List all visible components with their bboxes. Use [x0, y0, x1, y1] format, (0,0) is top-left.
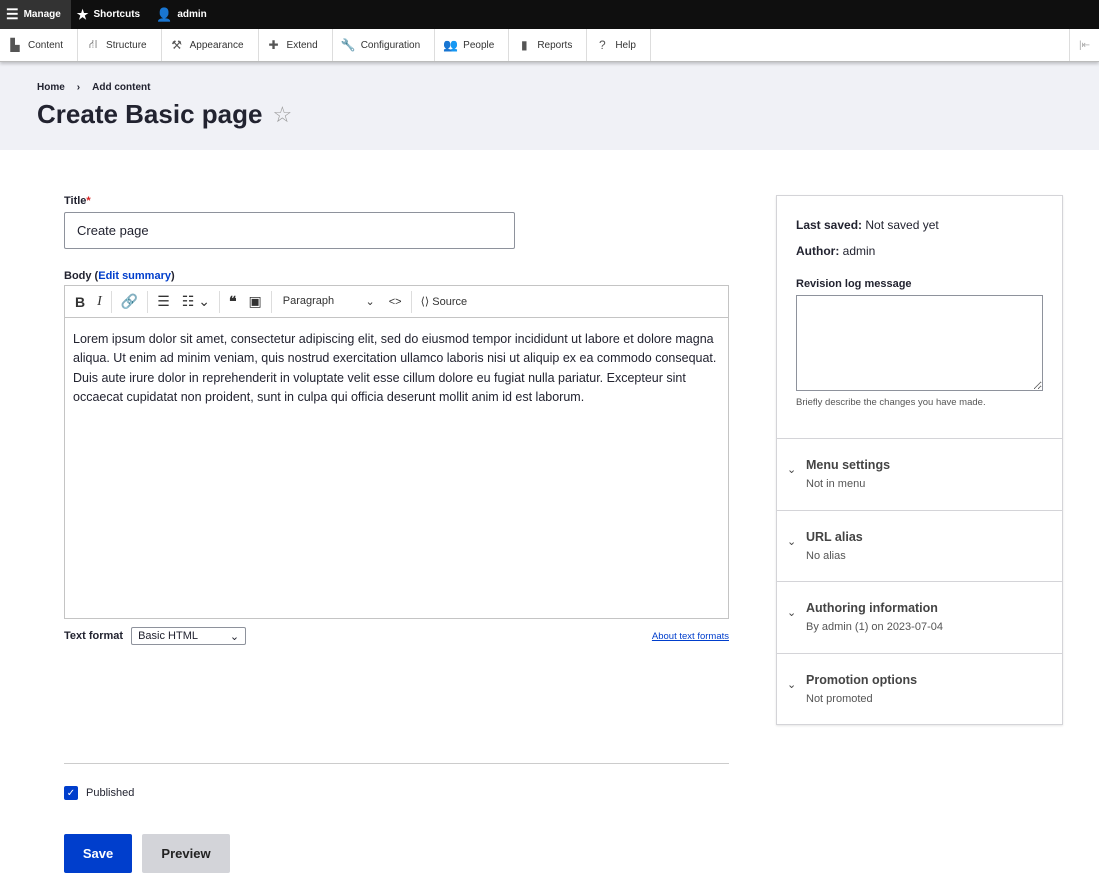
chevron-down-icon: ⌄: [229, 630, 240, 643]
structure-icon: ⛙: [88, 37, 98, 51]
paragraph-dropdown[interactable]: Paragraph ⌄: [275, 295, 383, 308]
blockquote-button[interactable]: ❝: [223, 293, 243, 310]
body-label: Body (Edit summary): [64, 270, 175, 282]
chevron-down-icon: ⌄: [365, 296, 375, 308]
collapse-tray-button[interactable]: |⇤: [1069, 29, 1099, 61]
tray-item-help[interactable]: ? Help: [587, 29, 651, 61]
tray-item-structure[interactable]: ⛙ Structure: [78, 29, 162, 61]
node-form: Title* Create page Body (Edit summary) B…: [64, 195, 729, 645]
tray-item-content[interactable]: ▙ Content: [0, 29, 79, 61]
checkmark-icon: ✓: [64, 786, 78, 800]
source-button[interactable]: ⟨⟩ Source: [415, 295, 474, 308]
menu-settings-section[interactable]: ⌄ Menu settings Not in menu: [777, 439, 1062, 511]
revision-log-label: Revision log message: [796, 278, 912, 290]
page-title: Create Basic page ☆: [37, 99, 293, 129]
code-button[interactable]: <>: [383, 296, 408, 308]
chevron-down-icon: ⌄: [787, 607, 797, 619]
wrench-icon: 🔧: [340, 38, 356, 52]
tray-item-extend[interactable]: ✚ Extend: [259, 29, 333, 61]
shortcuts-button[interactable]: ★ Shortcuts: [71, 0, 150, 29]
people-icon: 👥: [443, 38, 459, 52]
title-label: Title*: [64, 195, 91, 207]
text-format-select[interactable]: Basic HTML ⌄: [131, 627, 247, 645]
editor-toolbar: B I 🔗 ☰ ☷ ⌄ ❝ ▣ Paragraph ⌄ <> ⟨⟩ Source: [65, 286, 728, 318]
manage-button[interactable]: ☰ Manage: [0, 0, 71, 29]
bulleted-list-button[interactable]: ☰: [151, 293, 176, 310]
last-saved: Last saved: Not saved yet: [796, 218, 939, 232]
page-header: Home › Add content Create Basic page ☆: [0, 62, 1099, 150]
promotion-options-section[interactable]: ⌄ Promotion options Not promoted: [777, 654, 1062, 726]
star-icon: ★: [76, 6, 89, 22]
chevron-down-icon: ⌄: [787, 678, 797, 691]
admin-toolbar: ☰ Manage ★ Shortcuts 👤 admin: [0, 0, 1099, 29]
help-icon: ?: [598, 38, 606, 52]
author: Author: admin: [796, 244, 876, 258]
tray-item-appearance[interactable]: ⚒ Appearance: [162, 29, 259, 61]
reports-icon: ▮: [521, 38, 528, 52]
link-button[interactable]: 🔗: [115, 293, 144, 310]
puzzle-icon: ✚: [268, 38, 279, 52]
breadcrumb-add-content[interactable]: Add content: [92, 82, 150, 93]
admin-tray: ▙ Content ⛙ Structure ⚒ Appearance ✚ Extend …: [0, 29, 1099, 62]
divider: [64, 763, 729, 764]
meta-sidebar: Last saved: Not saved yet Author: admin …: [776, 195, 1063, 725]
revision-log-textarea[interactable]: [796, 295, 1043, 391]
tray-item-reports[interactable]: ▮ Reports: [509, 29, 588, 61]
body-editor: B I 🔗 ☰ ☷ ⌄ ❝ ▣ Paragraph ⌄ <> ⟨⟩ Source …: [64, 285, 729, 619]
bold-button[interactable]: B: [69, 294, 91, 310]
title-input[interactable]: Create page: [64, 212, 515, 249]
tray-item-configuration[interactable]: 🔧 Configuration: [333, 29, 436, 61]
breadcrumb: Home › Add content: [37, 82, 151, 93]
italic-button[interactable]: I: [91, 294, 108, 310]
text-format: Text format Basic HTML ⌄ About text forma…: [64, 627, 729, 645]
favorite-star-icon[interactable]: ☆: [272, 102, 292, 128]
appearance-icon: ⚒: [171, 38, 182, 52]
url-alias-section[interactable]: ⌄ URL alias No alias: [777, 511, 1062, 582]
tray-item-people[interactable]: 👥 People: [435, 29, 510, 61]
edit-summary-link[interactable]: Edit summary: [98, 270, 171, 282]
save-button[interactable]: Save: [64, 834, 132, 873]
user-button[interactable]: 👤 admin: [150, 0, 217, 29]
authoring-information-section[interactable]: ⌄ Authoring information By admin (1) on 20…: [777, 582, 1062, 654]
image-button[interactable]: ▣: [243, 293, 268, 310]
editor-content[interactable]: Lorem ipsum dolor sit amet, consectetur …: [65, 318, 728, 419]
revision-log-description: Briefly describe the changes you have ma…: [796, 397, 986, 408]
collapse-icon: |⇤: [1079, 39, 1090, 51]
user-icon: 👤: [156, 6, 173, 22]
chevron-down-icon: ⌄: [787, 535, 797, 548]
published-checkbox[interactable]: ✓ Published: [64, 786, 134, 800]
menu-icon: ☰: [6, 6, 19, 22]
numbered-list-button[interactable]: ☷ ⌄: [176, 293, 216, 310]
about-text-formats-link[interactable]: About text formats: [652, 631, 729, 642]
breadcrumb-home[interactable]: Home: [37, 82, 65, 93]
content-icon: ▙: [10, 38, 20, 52]
chevron-down-icon: ⌄: [787, 464, 797, 476]
preview-button[interactable]: Preview: [142, 834, 230, 873]
